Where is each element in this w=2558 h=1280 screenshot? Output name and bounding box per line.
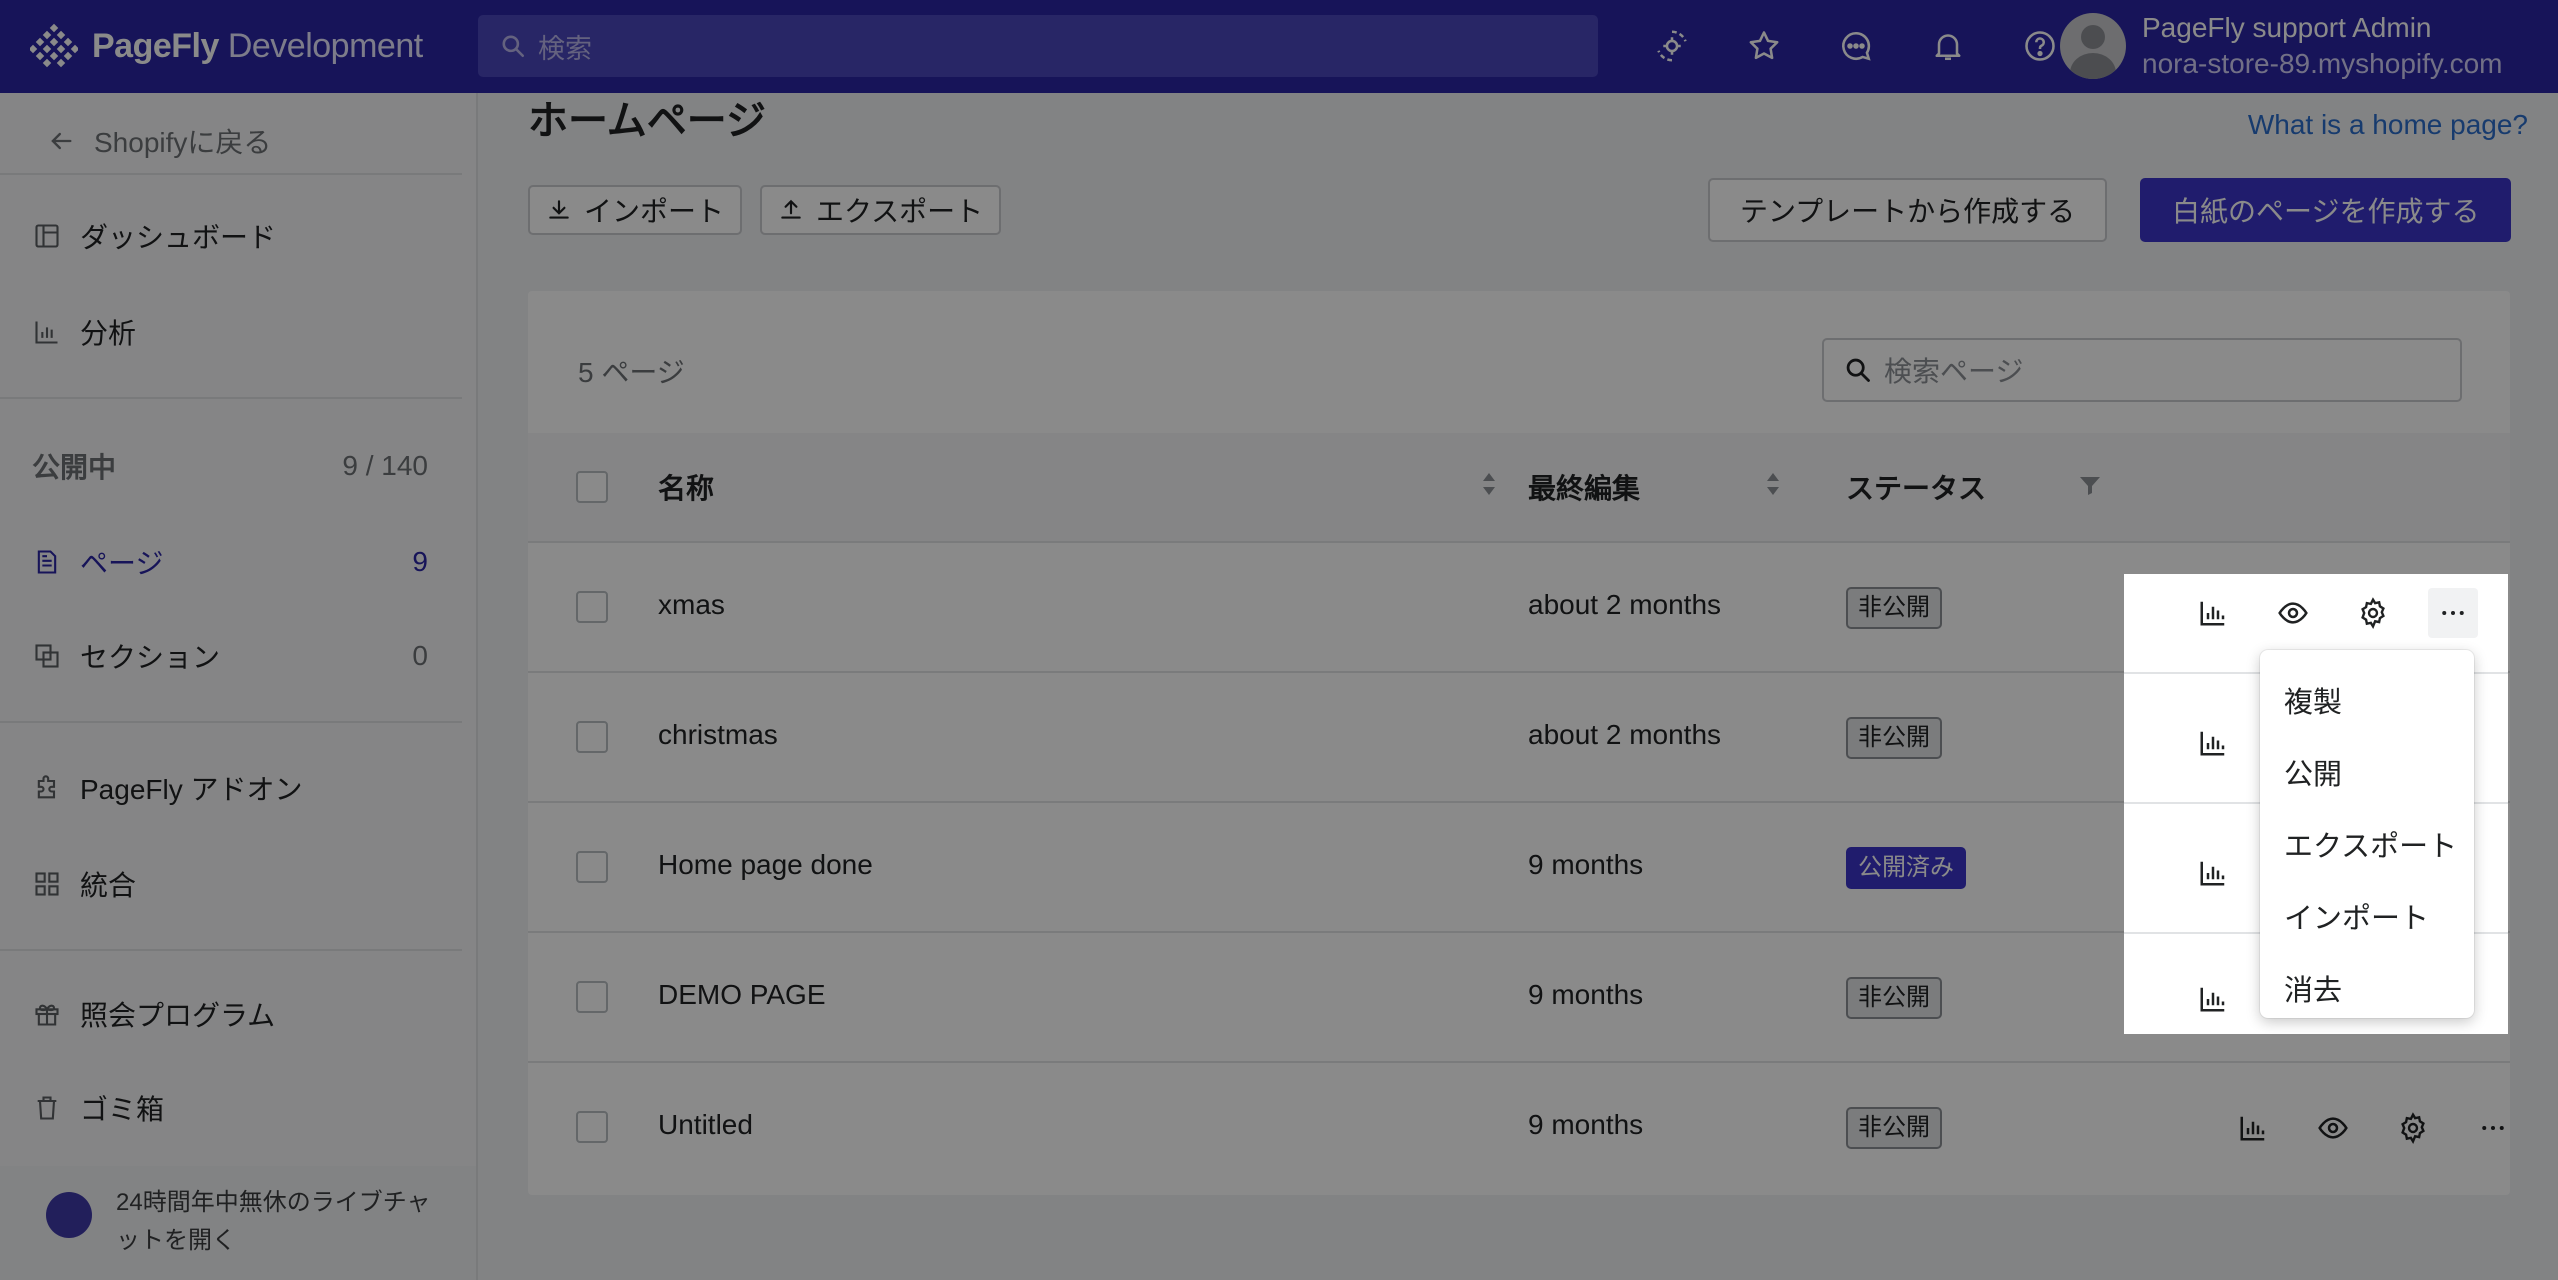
analytics-icon[interactable]: [2188, 848, 2238, 898]
gear-icon[interactable]: [2348, 588, 2398, 638]
analytics-icon[interactable]: [2188, 974, 2238, 1024]
menu-item-duplicate[interactable]: 複製: [2260, 664, 2474, 736]
more-icon[interactable]: [2428, 588, 2478, 638]
row-actions: [2188, 588, 2478, 638]
analytics-icon[interactable]: [2188, 718, 2238, 768]
analytics-icon[interactable]: [2188, 588, 2238, 638]
menu-item-import[interactable]: インポート: [2260, 880, 2474, 952]
more-actions-menu: 複製 公開 エクスポート インポート 消去: [2260, 650, 2474, 1018]
menu-item-export[interactable]: エクスポート: [2260, 808, 2474, 880]
menu-item-delete[interactable]: 消去: [2260, 952, 2474, 1024]
eye-icon[interactable]: [2268, 588, 2318, 638]
menu-item-publish[interactable]: 公開: [2260, 736, 2474, 808]
